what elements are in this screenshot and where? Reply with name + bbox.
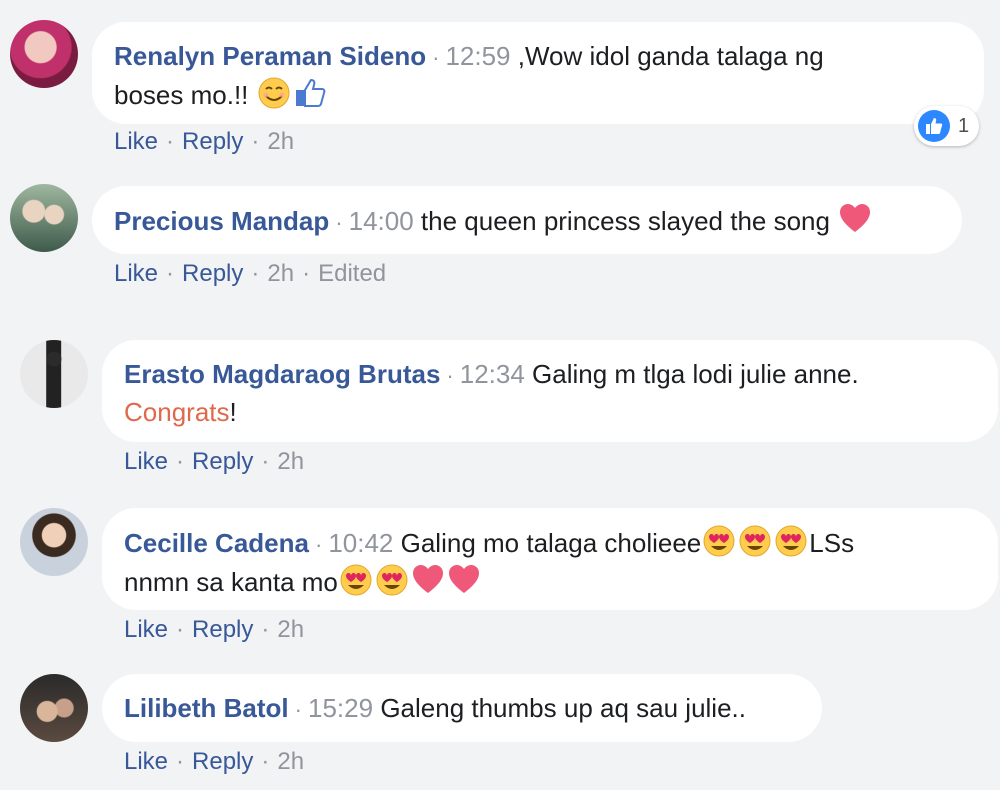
separator: · — [166, 260, 175, 287]
comment-text: the queen princess slayed the song — [420, 206, 830, 236]
comment-time: 12:59 — [445, 41, 511, 71]
comment-text-mid: LSs — [809, 528, 855, 558]
comment-time: 14:00 — [348, 206, 414, 236]
comment-author[interactable]: Erasto Magdaraog Brutas — [124, 359, 440, 389]
comment-author[interactable]: Precious Mandap — [114, 206, 329, 236]
separator: · — [446, 363, 454, 388]
comment-bubble: Precious Mandap · 14:00 the queen princess… — [92, 186, 962, 254]
comment-actions: Like · Reply · 2h — [124, 748, 304, 776]
comment-age[interactable]: 2h — [267, 260, 294, 287]
comment-actions: Like · Reply · 2h — [114, 128, 294, 156]
separator: · — [261, 448, 270, 475]
comment-text: Galing mo talaga cholieee — [400, 528, 702, 558]
comment-author[interactable]: Cecille Cadena — [124, 528, 309, 558]
reply-link[interactable]: Reply — [182, 128, 243, 155]
comment-bubble: Erasto Magdaraog Brutas · 12:34 Galing m t… — [102, 340, 998, 442]
reply-link[interactable]: Reply — [192, 448, 253, 475]
comment-text: ,Wow idol ganda talaga ng — [517, 41, 824, 71]
comment-age[interactable]: 2h — [277, 748, 304, 775]
comment-author[interactable]: Renalyn Peraman Sideno — [114, 41, 426, 71]
reaction-count: 1 — [958, 114, 970, 137]
reply-link[interactable]: Reply — [182, 260, 243, 287]
separator: · — [302, 260, 311, 287]
like-link[interactable]: Like — [114, 128, 158, 155]
separator: · — [176, 448, 185, 475]
comment-actions: Like · Reply · 2h — [124, 616, 304, 644]
avatar[interactable] — [10, 20, 78, 88]
heart-eyes-emoji-icon — [738, 524, 772, 558]
like-reaction-icon — [918, 110, 950, 142]
comment-text: Galeng thumbs up aq sau julie.. — [380, 693, 746, 723]
reply-link[interactable]: Reply — [192, 616, 253, 643]
comment-text: Galing m tlga lodi julie anne. — [532, 359, 859, 389]
separator: · — [314, 532, 323, 557]
like-link[interactable]: Like — [124, 448, 168, 475]
comment-actions: Like · Reply · 2h — [124, 448, 304, 476]
comment-actions: Like · Reply · 2h · Edited — [114, 260, 386, 288]
like-link[interactable]: Like — [114, 260, 158, 287]
thumbs-up-emoji-icon — [293, 76, 327, 110]
comment-time: 12:34 — [459, 359, 525, 389]
sparkling-heart-emoji-icon — [411, 563, 445, 597]
highlighted-word[interactable]: Congrats — [124, 397, 230, 427]
sparkling-heart-emoji-icon — [447, 563, 481, 597]
comment-time: 15:29 — [308, 693, 374, 723]
heart-eyes-emoji-icon — [375, 563, 409, 597]
separator: · — [176, 748, 185, 775]
heart-eyes-emoji-icon — [339, 563, 373, 597]
separator: · — [294, 697, 302, 722]
comment-bubble: Renalyn Peraman Sideno · 12:59 ,Wow idol g… — [92, 22, 984, 124]
separator: · — [251, 260, 260, 287]
avatar[interactable] — [20, 340, 88, 408]
heart-eyes-emoji-icon — [774, 524, 808, 558]
reaction-badge[interactable]: 1 — [914, 106, 980, 146]
comment-bubble: Cecille Cadena · 10:42 Galing mo talaga ch… — [102, 508, 998, 610]
comment-age[interactable]: 2h — [277, 448, 304, 475]
comment-text-line2: boses mo.!! — [114, 80, 249, 110]
avatar[interactable] — [10, 184, 78, 252]
comment-bubble: Lilibeth Batol · 15:29 Galeng thumbs up aq… — [102, 674, 822, 742]
heart-eyes-emoji-icon — [702, 524, 736, 558]
comment-author[interactable]: Lilibeth Batol — [124, 693, 289, 723]
reply-link[interactable]: Reply — [192, 748, 253, 775]
like-link[interactable]: Like — [124, 616, 168, 643]
comment-age[interactable]: 2h — [277, 616, 304, 643]
separator: · — [261, 748, 270, 775]
heart-emoji-icon — [838, 202, 872, 236]
separator: · — [261, 616, 270, 643]
smile-emoji-icon — [257, 76, 291, 110]
separator: · — [251, 128, 260, 155]
avatar[interactable] — [20, 674, 88, 742]
comment-time: 10:42 — [328, 528, 394, 558]
like-link[interactable]: Like — [124, 748, 168, 775]
avatar[interactable] — [20, 508, 88, 576]
comment-text-end: ! — [229, 397, 237, 427]
edited-label[interactable]: Edited — [318, 260, 386, 287]
separator: · — [432, 45, 440, 70]
separator: · — [166, 128, 175, 155]
separator: · — [335, 210, 343, 235]
comment-age[interactable]: 2h — [267, 128, 294, 155]
comment-text-line2: nnmn sa kanta mo — [124, 567, 338, 597]
separator: · — [176, 616, 185, 643]
